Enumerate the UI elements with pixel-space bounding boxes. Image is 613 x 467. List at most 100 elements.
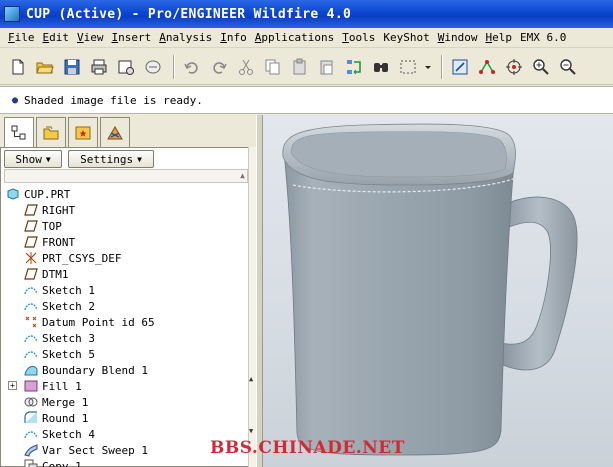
tree-item-label: Sketch 3 (42, 331, 95, 345)
settings-button[interactable]: Settings ▼ (68, 150, 154, 168)
connections-tab-icon[interactable] (100, 117, 130, 147)
tree-item-label: TOP (42, 219, 62, 233)
tree-item-top[interactable]: TOP (24, 218, 62, 234)
folder-browser-tab-icon[interactable] (36, 117, 66, 147)
graphics-window[interactable] (262, 115, 613, 467)
datum-plane-icon (24, 203, 38, 217)
menu-item-tools[interactable]: Tools (338, 31, 379, 44)
sketch-icon (24, 427, 38, 441)
redo-icon[interactable] (207, 55, 231, 79)
tree-item-merge-1[interactable]: Merge 1 (24, 394, 88, 410)
menu-item-insert[interactable]: Insert (108, 31, 156, 44)
datum-plane-icon (24, 235, 38, 249)
tree-item-boundary-blend-1[interactable]: Boundary Blend 1 (24, 362, 148, 378)
tree-item-var-sect-sweep-1[interactable]: Var Sect Sweep 1 (24, 442, 148, 458)
menu-bar: File Edit View Insert Analysis Info Applicatio… (0, 28, 613, 48)
window-title: CUP (Active) - Pro/ENGINEER Wildfire 4.0 (26, 6, 352, 22)
model-tree-tab-icon[interactable] (4, 117, 34, 148)
watermark: BBS.CHINADE.NET (210, 438, 405, 458)
tree-item-label: Boundary Blend 1 (42, 363, 148, 377)
print-icon[interactable] (87, 55, 111, 79)
menu-item-window[interactable]: Window (434, 31, 482, 44)
cup-model-3d-view[interactable] (263, 115, 613, 467)
menu-item-edit[interactable]: Edit (39, 31, 74, 44)
tree-item-label: Datum Point id 65 (42, 315, 155, 329)
scroll-up-icon[interactable]: ▲ (249, 375, 253, 383)
show-button[interactable]: Show ▼ (4, 150, 62, 168)
tree-item-round-1[interactable]: Round 1 (24, 410, 88, 426)
round-icon (24, 411, 38, 425)
find-icon[interactable] (369, 55, 393, 79)
tree-item-sketch-5[interactable]: Sketch 5 (24, 346, 95, 362)
tree-item-sketch-1[interactable]: Sketch 1 (24, 282, 95, 298)
navigator: Show ▼ Settings ▼ ▲ CUP.PRT RIGHT TOP FRON… (0, 115, 256, 467)
spin-center-icon[interactable] (502, 55, 526, 79)
menu-item-info[interactable]: Info (216, 31, 251, 44)
tree-item-right[interactable]: RIGHT (24, 202, 75, 218)
menu-item-help[interactable]: Help (481, 31, 516, 44)
tree-header-scroll[interactable]: ▲ (4, 169, 248, 183)
tree-item-label: RIGHT (42, 203, 76, 217)
send-mail-icon[interactable] (114, 55, 138, 79)
tree-item-front[interactable]: FRONT (24, 234, 75, 250)
sketch-icon (24, 299, 38, 313)
toolbar-separator (173, 54, 175, 79)
title-bar[interactable]: CUP (Active) - Pro/ENGINEER Wildfire 4.0 (0, 0, 613, 28)
select-box-icon[interactable] (396, 55, 420, 79)
open-folder-icon[interactable] (33, 55, 57, 79)
tree-item-label: Fill 1 (42, 379, 82, 393)
cut-icon[interactable] (234, 55, 258, 79)
sketch-icon (24, 331, 38, 345)
regenerate-icon[interactable] (342, 55, 366, 79)
tree-item-sketch-2[interactable]: Sketch 2 (24, 298, 95, 314)
new-file-icon[interactable] (6, 55, 30, 79)
navigator-buttons: Show ▼ Settings ▼ (4, 150, 160, 168)
repaint-icon[interactable] (448, 55, 472, 79)
navigator-tabs (4, 117, 132, 148)
copy-icon[interactable] (261, 55, 285, 79)
menu-accelerator: F (8, 31, 15, 44)
paste-special-icon[interactable] (315, 55, 339, 79)
message-bullet-icon: ● (12, 94, 19, 106)
tree-item-copy-1[interactable]: Copy 1 (24, 458, 82, 467)
scroll-up-icon[interactable]: ▲ (240, 171, 245, 180)
expand-icon[interactable]: + (8, 381, 17, 390)
send-mail-alt-icon[interactable] (141, 55, 165, 79)
save-icon[interactable] (60, 55, 84, 79)
tree-item-prt-csys-def[interactable]: PRT_CSYS_DEF (24, 250, 121, 266)
tree-vertical-scrollbar[interactable]: ▲ ▼ (248, 147, 256, 467)
zoom-in-icon[interactable] (529, 55, 553, 79)
menu-accelerator: A (159, 31, 166, 44)
chevron-down-icon: ▼ (137, 154, 142, 164)
tree-item-datum-point-id-65[interactable]: Datum Point id 65 (24, 314, 155, 330)
menu-item-emx-6-0[interactable]: EMX 6.0 (516, 31, 570, 44)
tree-item-label: Merge 1 (42, 395, 89, 409)
tree-item-sketch-3[interactable]: Sketch 3 (24, 330, 95, 346)
select-dropdown-icon[interactable] (423, 55, 433, 79)
tree-item-sketch-4[interactable]: Sketch 4 (24, 426, 95, 442)
tree-root[interactable]: CUP.PRT (6, 186, 70, 202)
menu-label: nsert (118, 31, 152, 44)
paste-icon[interactable] (288, 55, 312, 79)
sketch-icon (24, 347, 38, 361)
message-area: ● Shaded image file is ready. (0, 86, 613, 114)
menu-item-view[interactable]: View (73, 31, 108, 44)
menu-label: indow (444, 31, 478, 44)
menu-accelerator: V (77, 31, 84, 44)
tree-item-label: Sketch 4 (42, 427, 95, 441)
undo-icon[interactable] (180, 55, 204, 79)
menu-label: ile (14, 31, 35, 44)
datum-plane-icon (24, 267, 38, 281)
menu-item-applications[interactable]: Applications (251, 31, 338, 44)
scroll-down-icon[interactable]: ▼ (249, 427, 253, 435)
tree-item-dtm1[interactable]: DTM1 (24, 266, 69, 282)
favorites-tab-icon[interactable] (68, 117, 98, 147)
tree-item-fill-1[interactable]: Fill 1 (24, 378, 82, 394)
datum-plane-display-icon[interactable] (475, 55, 499, 79)
zoom-out-icon[interactable] (556, 55, 580, 79)
menu-item-analysis[interactable]: Analysis (155, 31, 216, 44)
menu-item-file[interactable]: File (4, 31, 39, 44)
datum-plane-icon (24, 219, 38, 233)
toolbar-separator (441, 54, 443, 79)
menu-item-keyshot[interactable]: KeyShot (379, 31, 433, 44)
